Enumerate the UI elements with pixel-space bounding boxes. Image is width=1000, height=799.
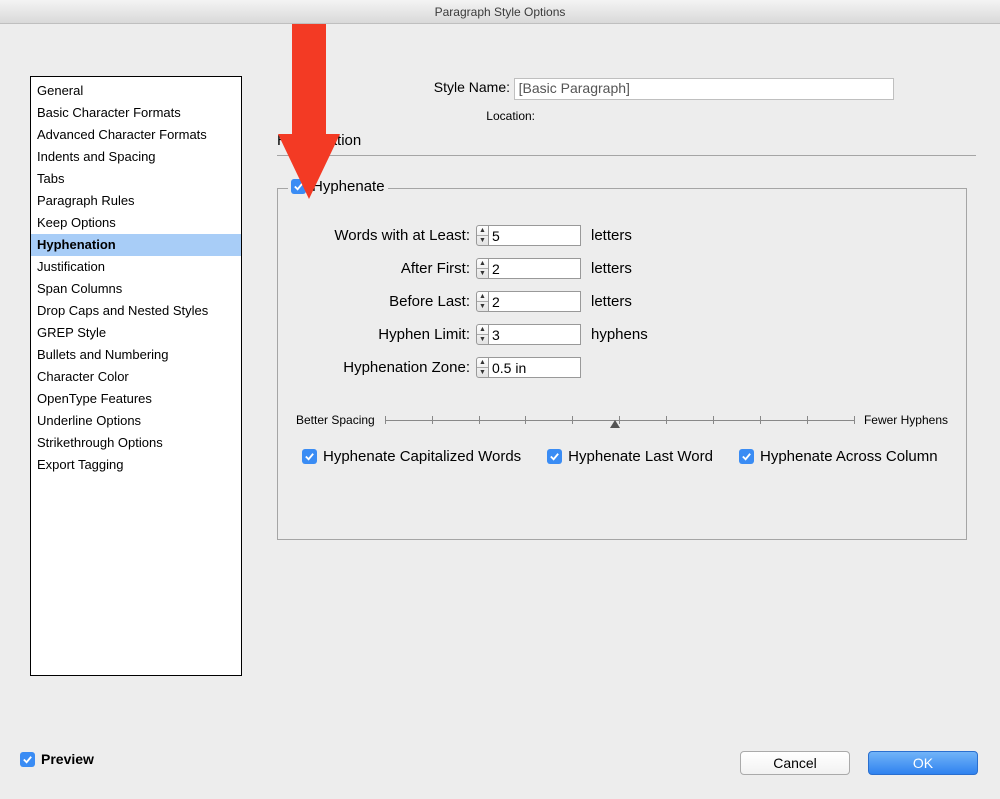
dialog-footer: Preview Cancel OK (0, 751, 1000, 799)
setting-unit: hyphens (591, 326, 648, 343)
stepper[interactable]: ▲▼ (476, 324, 581, 345)
stepper-arrows[interactable]: ▲▼ (476, 324, 489, 345)
chevron-down-icon[interactable]: ▼ (477, 302, 488, 311)
ok-button[interactable]: OK (868, 751, 978, 775)
option-checkbox[interactable] (739, 449, 754, 464)
setting-label: Hyphenation Zone: (304, 359, 470, 376)
hyphenation-option[interactable]: Hyphenate Capitalized Words (302, 448, 521, 465)
option-checkbox[interactable] (302, 449, 317, 464)
setting-unit: letters (591, 293, 632, 310)
stepper-input[interactable] (489, 324, 581, 345)
chevron-up-icon[interactable]: ▲ (477, 325, 488, 335)
stepper-input[interactable] (489, 258, 581, 279)
preview-checkbox[interactable]: Preview (20, 751, 94, 767)
setting-row: Hyphen Limit: ▲▼ hyphens (304, 324, 940, 345)
setting-row: Before Last: ▲▼ letters (304, 291, 940, 312)
hyphenate-legend: Hyphenate (288, 178, 388, 195)
setting-unit: letters (591, 260, 632, 277)
hyphenation-option[interactable]: Hyphenate Across Column (739, 448, 938, 465)
sidebar-item[interactable]: GREP Style (31, 322, 241, 344)
sidebar-item[interactable]: OpenType Features (31, 388, 241, 410)
option-label: Hyphenate Capitalized Words (323, 448, 521, 465)
stepper[interactable]: ▲▼ (476, 225, 581, 246)
sidebar-item[interactable]: Strikethrough Options (31, 432, 241, 454)
stepper-input[interactable] (489, 225, 581, 246)
sidebar-item[interactable]: Export Tagging (31, 454, 241, 476)
sidebar-item[interactable]: Underline Options (31, 410, 241, 432)
location-label: Location: (270, 109, 535, 123)
stepper-arrows[interactable]: ▲▼ (476, 357, 489, 378)
stepper-arrows[interactable]: ▲▼ (476, 258, 489, 279)
sidebar-item[interactable]: Paragraph Rules (31, 190, 241, 212)
sidebar-item[interactable]: Hyphenation (31, 234, 241, 256)
chevron-down-icon[interactable]: ▼ (477, 236, 488, 245)
style-name-input[interactable]: [Basic Paragraph] (514, 78, 894, 100)
sidebar-item[interactable]: Tabs (31, 168, 241, 190)
sidebar-item[interactable]: Indents and Spacing (31, 146, 241, 168)
stepper[interactable]: ▲▼ (476, 291, 581, 312)
slider-right-label: Fewer Hyphens (864, 413, 948, 427)
sidebar-item[interactable]: Span Columns (31, 278, 241, 300)
slider-thumb[interactable] (610, 420, 620, 428)
sidebar-item[interactable]: Basic Character Formats (31, 102, 241, 124)
sidebar-item[interactable]: Keep Options (31, 212, 241, 234)
slider-left-label: Better Spacing (296, 413, 375, 427)
chevron-down-icon[interactable]: ▼ (477, 335, 488, 344)
option-checkbox[interactable] (547, 449, 562, 464)
location-row: Location: (270, 108, 976, 123)
stepper-arrows[interactable]: ▲▼ (476, 225, 489, 246)
stepper[interactable]: ▲▼ (476, 357, 581, 378)
section-title: Hyphenation (277, 132, 976, 152)
stepper-input[interactable] (489, 291, 581, 312)
preview-label: Preview (41, 751, 94, 767)
stepper[interactable]: ▲▼ (476, 258, 581, 279)
sidebar-item[interactable]: Drop Caps and Nested Styles (31, 300, 241, 322)
stepper-arrows[interactable]: ▲▼ (476, 291, 489, 312)
hyphenation-slider: Better Spacing Fewer Hyphens (296, 408, 948, 432)
cancel-button[interactable]: Cancel (740, 751, 850, 775)
setting-row: After First: ▲▼ letters (304, 258, 940, 279)
option-label: Hyphenate Last Word (568, 448, 713, 465)
setting-label: Before Last: (304, 293, 470, 310)
sidebar-item[interactable]: Bullets and Numbering (31, 344, 241, 366)
setting-unit: letters (591, 227, 632, 244)
stepper-input[interactable] (489, 357, 581, 378)
hyphenation-option[interactable]: Hyphenate Last Word (547, 448, 713, 465)
setting-label: Hyphen Limit: (304, 326, 470, 343)
slider-track[interactable] (385, 415, 854, 425)
chevron-up-icon[interactable]: ▲ (477, 292, 488, 302)
chevron-down-icon[interactable]: ▼ (477, 269, 488, 278)
hyphenate-legend-label: Hyphenate (312, 178, 385, 195)
hyphenate-checkbox[interactable] (291, 179, 306, 194)
chevron-down-icon[interactable]: ▼ (477, 368, 488, 377)
style-name-label: Style Name: (270, 79, 510, 95)
setting-label: Words with at Least: (304, 227, 470, 244)
sidebar-item[interactable]: Advanced Character Formats (31, 124, 241, 146)
option-label: Hyphenate Across Column (760, 448, 938, 465)
chevron-up-icon[interactable]: ▲ (477, 259, 488, 269)
chevron-up-icon[interactable]: ▲ (477, 358, 488, 368)
window-title: Paragraph Style Options (0, 0, 1000, 24)
sidebar-item[interactable]: Justification (31, 256, 241, 278)
setting-row: Hyphenation Zone: ▲▼ (304, 357, 940, 378)
chevron-up-icon[interactable]: ▲ (477, 226, 488, 236)
setting-label: After First: (304, 260, 470, 277)
sidebar-item[interactable]: Character Color (31, 366, 241, 388)
dialog-content: Style Name: [Basic Paragraph] Location: … (0, 24, 1000, 751)
sidebar: GeneralBasic Character FormatsAdvanced C… (30, 76, 242, 676)
hyphenate-fieldset: Hyphenate Words with at Least:▲▼lettersA… (277, 188, 967, 540)
setting-row: Words with at Least: ▲▼ letters (304, 225, 940, 246)
sidebar-item[interactable]: General (31, 80, 241, 102)
style-name-row: Style Name: [Basic Paragraph] (270, 78, 976, 100)
